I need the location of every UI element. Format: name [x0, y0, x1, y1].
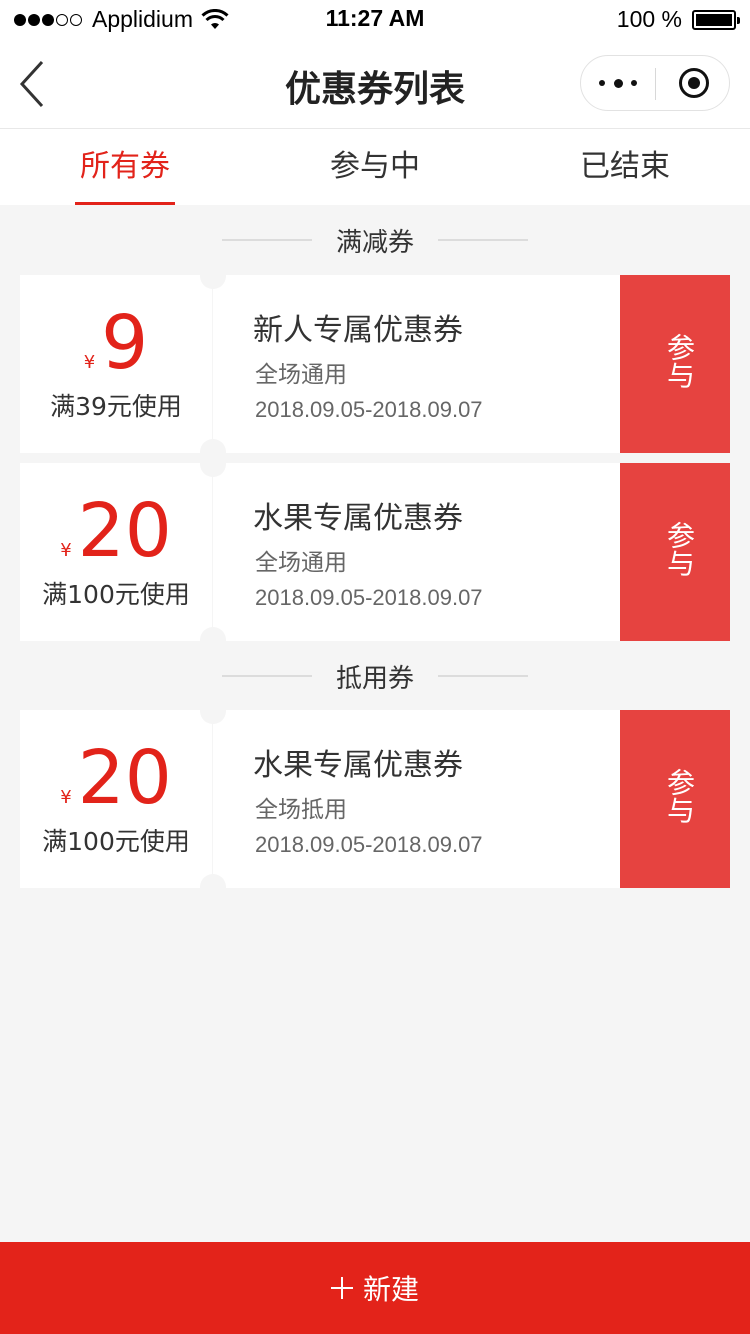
coupon-condition: 满39元使用: [50, 392, 182, 421]
join-button-label: 参与: [663, 768, 696, 824]
join-button[interactable]: 参与: [620, 710, 730, 888]
coupon-condition: 满100元使用: [42, 580, 190, 609]
coupon-amount: ¥20: [20, 736, 212, 820]
coupon-value-panel: ¥20 满100元使用: [20, 710, 212, 888]
currency-symbol: ¥: [60, 787, 72, 808]
coupon-scope: 全场通用: [255, 550, 347, 576]
coupon-info-panel: 新人专属优惠券 全场通用 2018.09.05-2018.09.07: [213, 275, 620, 453]
battery-fill: [696, 13, 732, 26]
battery-percent: 100 %: [616, 6, 682, 32]
coupon-name: 水果专属优惠券: [253, 748, 463, 783]
tab-all-coupons[interactable]: 所有券: [0, 129, 250, 205]
amount-value: 9: [101, 300, 149, 386]
target-circle-icon[interactable]: [679, 68, 709, 98]
status-bar: Applidium 11:27 AM 100 %: [0, 0, 750, 40]
join-button[interactable]: 参与: [620, 275, 730, 453]
currency-symbol: ¥: [83, 352, 96, 373]
capsule-divider: [655, 68, 656, 100]
coupon-scope: 全场抵用: [255, 797, 347, 823]
coupon-info-panel: 水果专属优惠券 全场通用 2018.09.05-2018.09.07: [213, 463, 620, 641]
section-header: 满减券: [0, 220, 750, 260]
coupon-card: ¥9 满39元使用 新人专属优惠券 全场通用 2018.09.05-2018.0…: [20, 275, 730, 453]
currency-symbol: ¥: [60, 540, 72, 561]
coupon-name: 新人专属优惠券: [253, 313, 463, 348]
status-right: 100 %: [616, 6, 740, 33]
join-button-label: 参与: [663, 333, 696, 389]
tab-participating[interactable]: 参与中: [250, 129, 500, 205]
coupon-condition: 满100元使用: [42, 827, 190, 856]
coupon-scope: 全场通用: [255, 362, 347, 388]
section-header: 抵用券: [0, 656, 750, 696]
plus-icon: [330, 1277, 353, 1299]
join-button[interactable]: 参与: [620, 463, 730, 641]
coupon-dates: 2018.09.05-2018.09.07: [255, 832, 483, 857]
more-dots-icon[interactable]: [599, 56, 637, 110]
coupon-card: ¥20 满100元使用 水果专属优惠券 全场抵用 2018.09.05-2018…: [20, 710, 730, 888]
battery-icon: [692, 9, 740, 30]
amount-value: 20: [77, 488, 172, 574]
coupon-value-panel: ¥20 满100元使用: [20, 463, 212, 641]
divider: [438, 239, 528, 241]
mini-program-capsule: [580, 55, 730, 111]
divider: [221, 239, 312, 241]
coupon-value-panel: ¥9 满39元使用: [20, 275, 212, 453]
amount-value: 20: [77, 735, 172, 821]
create-button[interactable]: 新建: [0, 1242, 750, 1334]
divider: [221, 675, 312, 677]
tab-bar: 所有券 参与中 已结束: [0, 129, 750, 205]
coupon-amount: ¥9: [20, 301, 212, 385]
coupon-dates: 2018.09.05-2018.09.07: [255, 585, 483, 610]
coupon-card: ¥20 满100元使用 水果专属优惠券 全场通用 2018.09.05-2018…: [20, 463, 730, 641]
section-title: 满减券: [335, 227, 414, 258]
divider: [438, 675, 528, 677]
nav-bar: 优惠券列表: [0, 40, 750, 129]
section-title: 抵用券: [335, 663, 414, 694]
coupon-amount: ¥20: [20, 489, 212, 573]
tab-ended[interactable]: 已结束: [500, 129, 750, 205]
coupon-name: 水果专属优惠券: [253, 501, 463, 536]
join-button-label: 参与: [663, 521, 696, 577]
coupon-dates: 2018.09.05-2018.09.07: [255, 397, 483, 422]
create-button-label: 新建: [362, 1273, 419, 1306]
coupon-info-panel: 水果专属优惠券 全场抵用 2018.09.05-2018.09.07: [213, 710, 620, 888]
